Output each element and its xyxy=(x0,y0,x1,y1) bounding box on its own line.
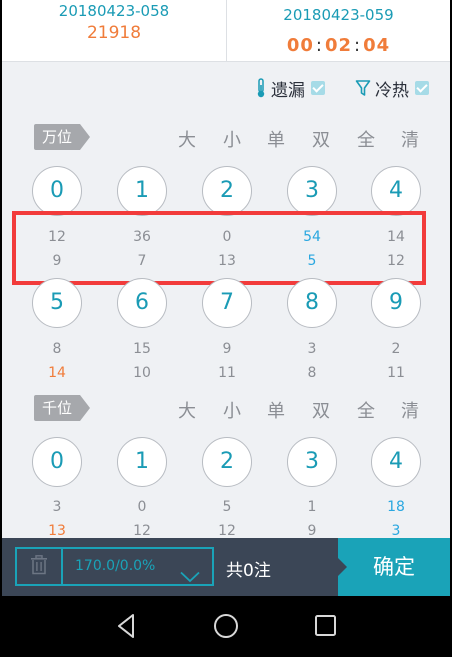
ball-qian-0[interactable]: 0 xyxy=(32,437,82,487)
ball-qian-2[interactable]: 2 xyxy=(202,437,252,487)
hot-stat: 10 xyxy=(133,365,151,381)
countdown-seconds: 04 xyxy=(363,35,391,56)
countdown-separator: : xyxy=(315,35,323,56)
ball-qian-1[interactable]: 1 xyxy=(117,437,167,487)
filter-big[interactable]: 大 xyxy=(172,126,202,152)
hotcold-toggle-label: 冷热 xyxy=(375,80,409,101)
ball-wan-8[interactable]: 8 xyxy=(287,278,337,328)
home-circle-icon[interactable] xyxy=(212,612,240,640)
ball-wan-5[interactable]: 5 xyxy=(32,278,82,328)
missing-stat: 15 xyxy=(133,341,151,357)
tag-arrow xyxy=(80,395,90,421)
missing-stat: 1 xyxy=(307,499,317,515)
chevron-down-icon xyxy=(180,562,200,596)
missing-stat: 18 xyxy=(387,499,405,515)
ball-wan-7[interactable]: 7 xyxy=(202,278,252,328)
filter-all[interactable]: 全 xyxy=(351,397,381,423)
ball-qian-3[interactable]: 3 xyxy=(287,437,337,487)
missing-stat: 3 xyxy=(52,499,62,515)
hot-stat: 12 xyxy=(133,523,151,539)
ball-wan-3[interactable]: 3 xyxy=(287,166,337,216)
missing-checkbox[interactable] xyxy=(311,81,325,95)
bet-count: 共0注 xyxy=(226,561,271,581)
missing-stat: 0 xyxy=(137,499,147,515)
filter-odd[interactable]: 单 xyxy=(261,126,291,152)
confirm-button[interactable]: 确定 xyxy=(338,538,450,596)
ball-wan-4[interactable]: 4 xyxy=(371,166,421,216)
ball-wan-0[interactable]: 0 xyxy=(32,166,82,216)
filter-big[interactable]: 大 xyxy=(172,397,202,423)
section-tag-wan: 万位 xyxy=(34,124,92,150)
tag-arrow xyxy=(80,124,90,150)
bottom-bar: 170.0/0.0% 共0注 确定 xyxy=(2,538,450,596)
thermometer-icon xyxy=(254,77,268,99)
missing-stat: 9 xyxy=(222,341,232,357)
missing-stat: 8 xyxy=(52,341,62,357)
missing-stat: 3 xyxy=(307,341,317,357)
section-tag-qian: 千位 xyxy=(34,395,92,421)
trash-icon xyxy=(30,554,48,579)
hotcold-checkbox[interactable] xyxy=(415,81,429,95)
countdown-separator: : xyxy=(354,35,362,56)
ball-wan-9[interactable]: 9 xyxy=(371,278,421,328)
hot-stat: 3 xyxy=(391,523,401,539)
confirm-label: 确定 xyxy=(373,555,415,579)
filter-all[interactable]: 全 xyxy=(351,126,381,152)
missing-stat: 5 xyxy=(222,499,232,515)
hot-stat: 13 xyxy=(48,523,66,539)
ball-qian-4[interactable]: 4 xyxy=(371,437,421,487)
previous-issue-number: 20180423-058 xyxy=(58,2,170,20)
funnel-icon xyxy=(354,77,372,99)
ball-wan-1[interactable]: 1 xyxy=(117,166,167,216)
filter-clear[interactable]: 清 xyxy=(395,397,425,423)
section-label: 千位 xyxy=(34,395,80,421)
filter-odd[interactable]: 单 xyxy=(261,397,291,423)
annotation-highlight-box xyxy=(12,211,426,285)
odds-selector[interactable]: 170.0/0.0% xyxy=(61,547,214,586)
filter-even[interactable]: 双 xyxy=(306,397,336,423)
hot-stat: 11 xyxy=(218,365,236,381)
odds-value: 170.0/0.0% xyxy=(75,558,156,574)
previous-draw-result: 21918 xyxy=(86,23,142,43)
filter-even[interactable]: 双 xyxy=(306,126,336,152)
back-triangle-icon[interactable] xyxy=(113,612,141,640)
filter-small[interactable]: 小 xyxy=(217,397,247,423)
countdown-minutes: 02 xyxy=(324,35,353,56)
clear-selection-button[interactable] xyxy=(15,547,61,586)
hot-stat: 12 xyxy=(218,523,236,539)
missing-stat: 2 xyxy=(391,341,401,357)
countdown-hours: 00 xyxy=(286,35,314,56)
recents-square-icon[interactable] xyxy=(312,612,340,640)
ball-wan-2[interactable]: 2 xyxy=(202,166,252,216)
ball-wan-6[interactable]: 6 xyxy=(117,278,167,328)
hot-stat: 8 xyxy=(307,365,317,381)
filter-clear[interactable]: 清 xyxy=(395,126,425,152)
device-frame: 20180423-058 21918 20180423-059 00:02:04… xyxy=(0,0,452,657)
confirm-notch xyxy=(338,558,347,576)
draw-header: 20180423-058 21918 20180423-059 00:02:04 xyxy=(2,0,450,62)
system-nav-bar xyxy=(0,596,452,657)
hotcold-toggle[interactable]: 冷热 xyxy=(354,76,429,101)
countdown-timer: 00:02:04 xyxy=(227,35,450,56)
section-label: 万位 xyxy=(34,124,80,150)
app-screen: 20180423-058 21918 20180423-059 00:02:04… xyxy=(2,0,450,596)
missing-toggle-label: 遗漏 xyxy=(271,80,305,101)
hot-stat: 11 xyxy=(387,365,405,381)
current-issue-number: 20180423-059 xyxy=(283,6,394,24)
hot-stat: 14 xyxy=(48,365,66,381)
hot-stat: 9 xyxy=(307,523,317,539)
filter-small[interactable]: 小 xyxy=(217,126,247,152)
missing-toggle[interactable]: 遗漏 xyxy=(254,76,325,101)
